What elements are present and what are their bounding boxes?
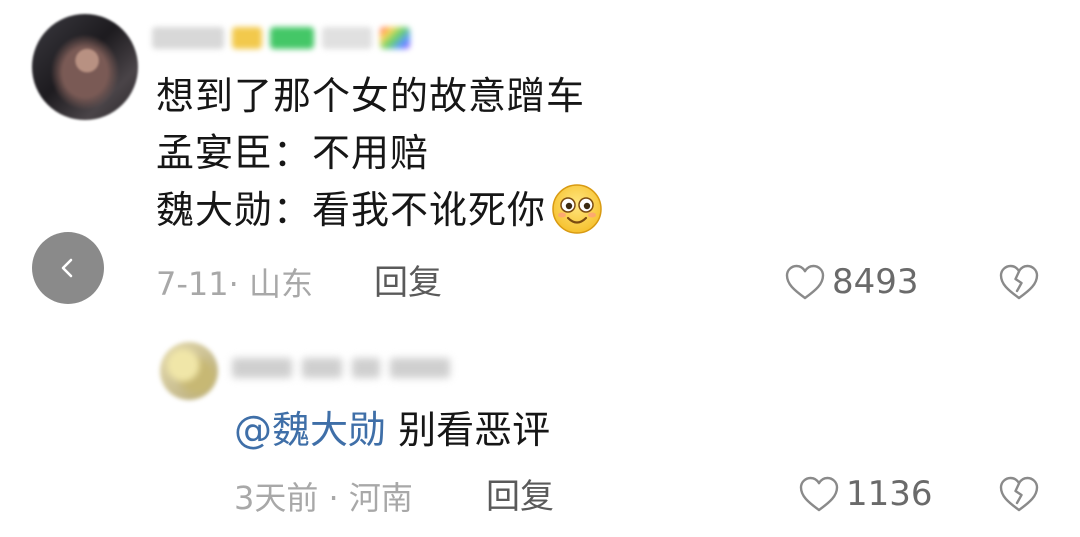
username-blurred[interactable] bbox=[152, 20, 442, 56]
comment-location: 山东 bbox=[248, 265, 313, 303]
reply-button[interactable]: 回复 bbox=[374, 263, 442, 303]
comment-line-3: 魏大勋：看我不讹死你 bbox=[156, 183, 604, 236]
comment-meta: 7-11· 山东 bbox=[156, 264, 313, 304]
comment-line-2: 孟宴臣：不用赔 bbox=[156, 131, 430, 175]
mention-link[interactable]: @魏大勋 bbox=[234, 408, 386, 452]
reply-avatar[interactable] bbox=[160, 342, 218, 400]
back-button[interactable] bbox=[32, 232, 104, 304]
chevron-left-icon bbox=[61, 258, 73, 278]
reply-like-count: 1136 bbox=[846, 474, 933, 514]
reply-location: 河南 bbox=[348, 479, 413, 517]
meta-separator: · bbox=[228, 265, 249, 303]
heart-outline-icon bbox=[799, 476, 839, 512]
reply-body: @魏大勋 别看恶评 bbox=[234, 404, 550, 456]
reply-to-reply-button[interactable]: 回复 bbox=[486, 477, 554, 517]
like-button[interactable]: 8493 bbox=[784, 262, 919, 302]
reply-username-blurred[interactable] bbox=[232, 350, 462, 386]
smiling-face-emoji-icon bbox=[552, 183, 602, 234]
reply-text: 别看恶评 bbox=[386, 408, 551, 452]
broken-heart-icon bbox=[999, 264, 1039, 300]
avatar[interactable] bbox=[32, 14, 138, 120]
comment-date: 7-11 bbox=[156, 265, 229, 303]
heart-outline-icon bbox=[785, 264, 825, 300]
reply-date: 3天前 bbox=[234, 479, 319, 517]
reply-dislike-button[interactable] bbox=[998, 474, 1040, 518]
reply-meta: 3天前 · 河南 bbox=[234, 478, 413, 518]
meta-separator: · bbox=[318, 479, 349, 517]
like-count: 8493 bbox=[832, 262, 919, 302]
reply-like-button[interactable]: 1136 bbox=[798, 474, 933, 514]
comment-line-3-text: 魏大勋：看我不讹死你 bbox=[156, 188, 547, 232]
broken-heart-icon bbox=[999, 476, 1039, 512]
dislike-button[interactable] bbox=[998, 262, 1040, 306]
comment-line-1: 想到了那个女的故意蹭车 bbox=[156, 74, 586, 118]
